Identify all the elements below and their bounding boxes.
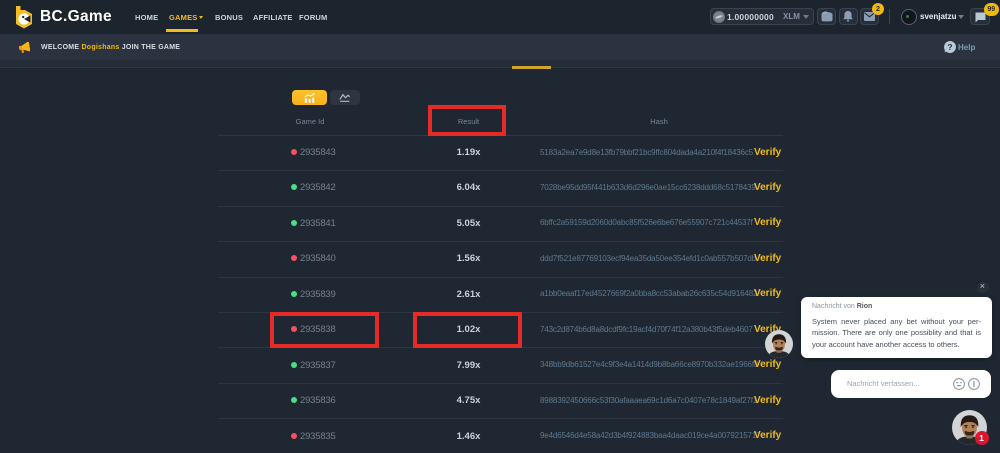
svg-text:?: ? (947, 42, 952, 52)
